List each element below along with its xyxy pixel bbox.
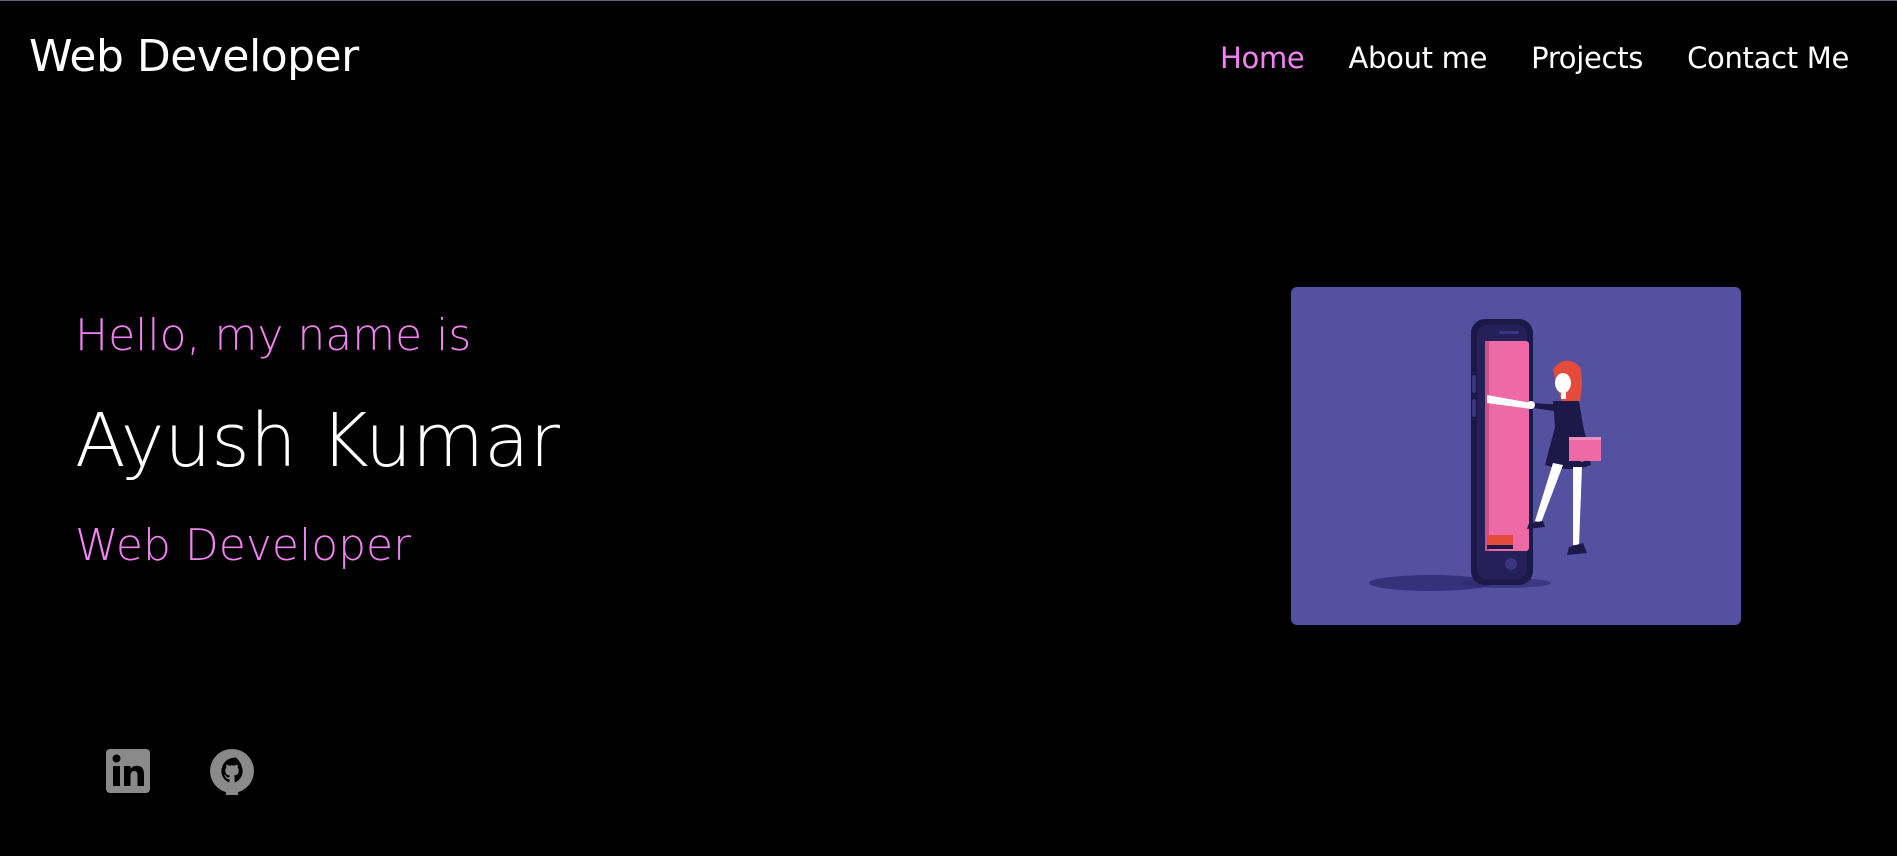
nav-link-home[interactable]: Home (1220, 41, 1305, 75)
nav-link-about[interactable]: About me (1348, 41, 1487, 75)
navbar: Web Developer Home About me Projects Con… (0, 1, 1897, 121)
hero-name: Ayush Kumar (75, 398, 560, 484)
nav-link-projects[interactable]: Projects (1531, 41, 1643, 75)
woman-phone-illustration (1369, 319, 1601, 591)
social-links (104, 747, 256, 795)
page: Web Developer Home About me Projects Con… (0, 0, 1897, 856)
hero-greeting: Hello, my name is (75, 310, 472, 361)
hero-section: Hello, my name is Ayush Kumar Web Develo… (75, 301, 560, 581)
linkedin-icon[interactable] (104, 747, 152, 795)
nav-link-contact[interactable]: Contact Me (1687, 41, 1849, 75)
nav-links: Home About me Projects Contact Me (1220, 41, 1849, 75)
github-icon[interactable] (208, 747, 256, 795)
brand-logo[interactable]: Web Developer (29, 31, 359, 82)
hero-role: Web Developer (75, 520, 412, 571)
hero-illustration (1291, 287, 1741, 625)
